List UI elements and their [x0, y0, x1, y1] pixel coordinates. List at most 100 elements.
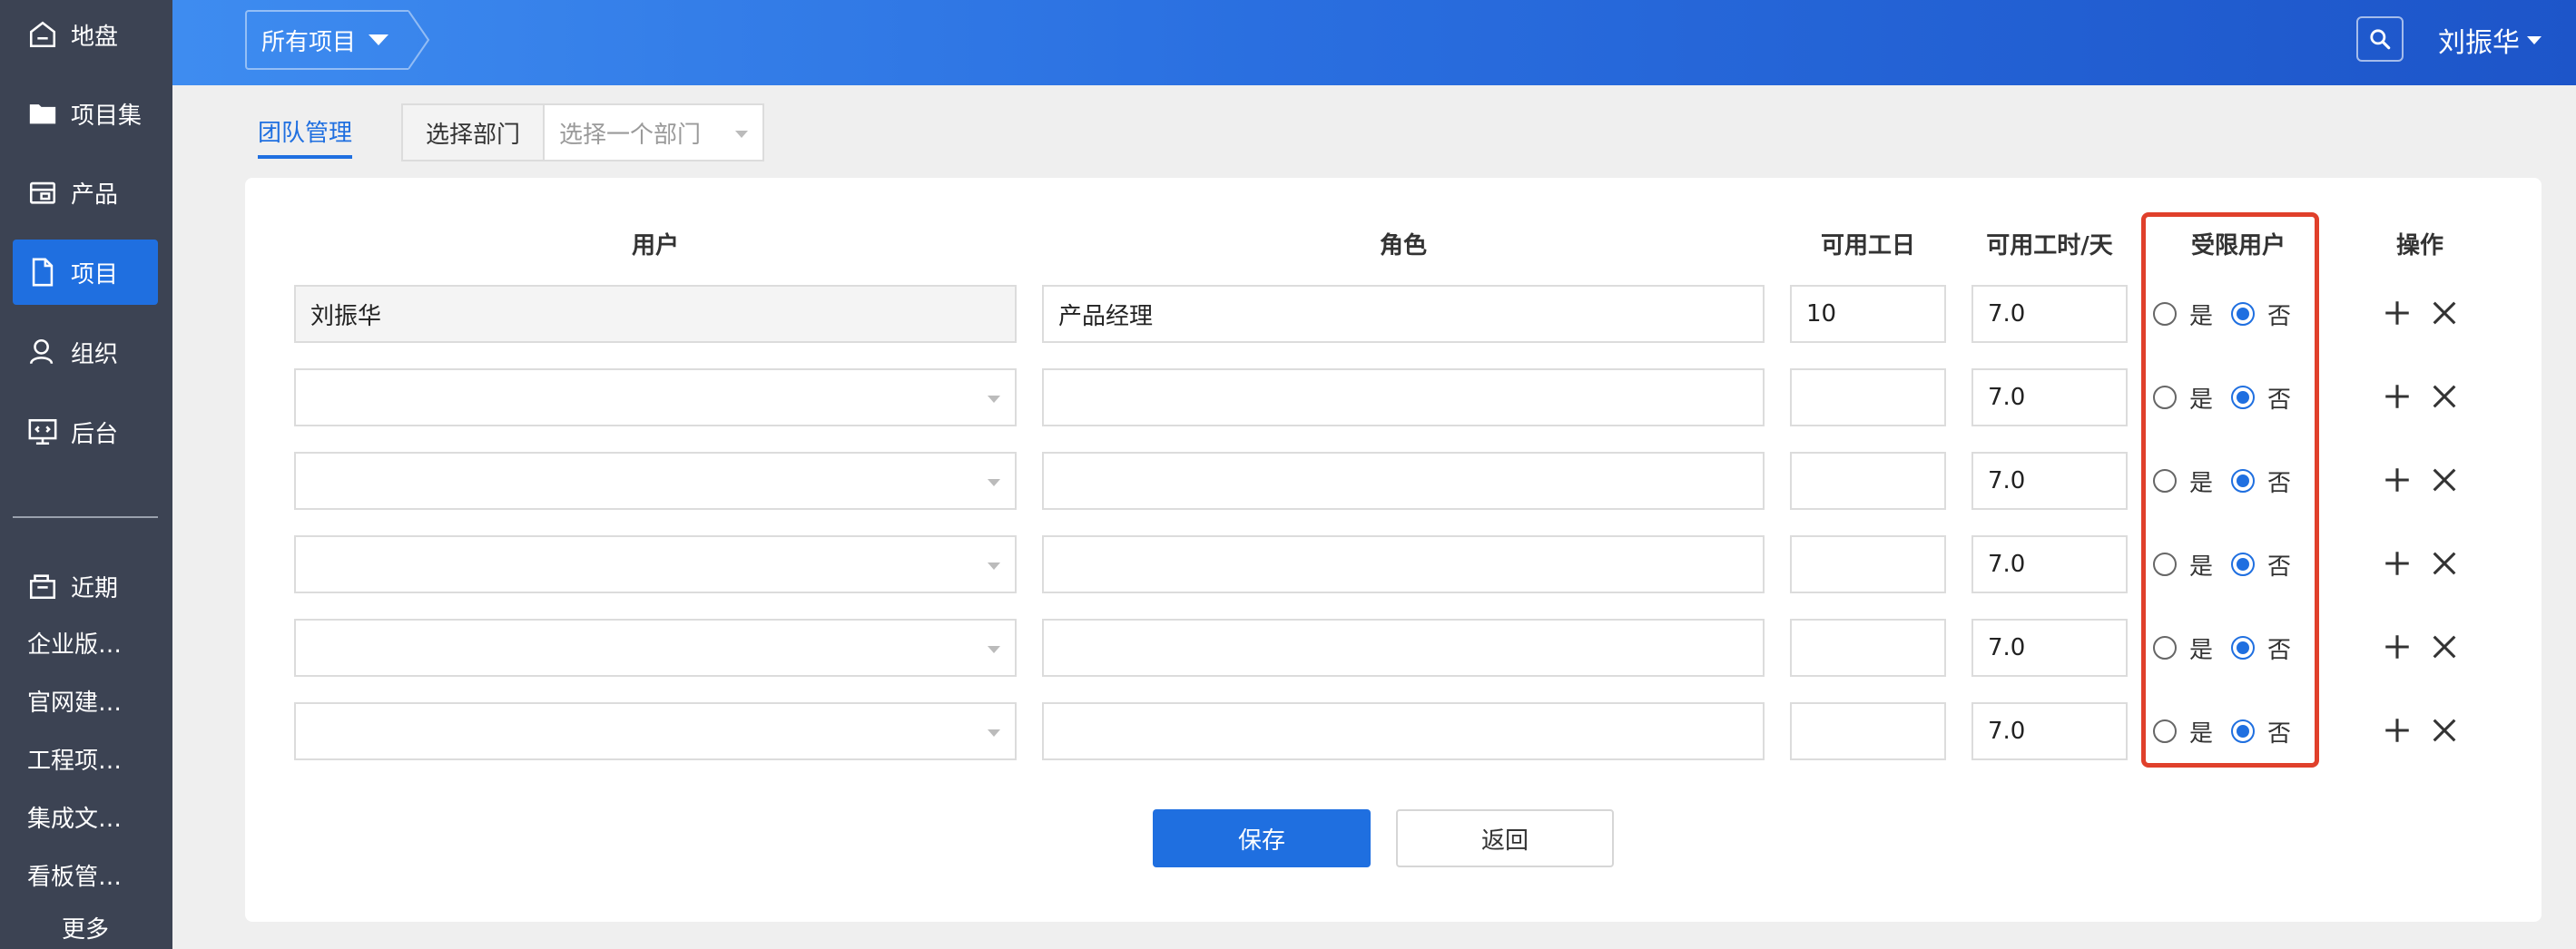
chevron-down-icon [369, 34, 389, 45]
top-header: 所有项目 刘振华 [172, 0, 2576, 85]
hours-value: 7.0 [1988, 384, 2026, 411]
plus-icon [2385, 635, 2409, 659]
sidebar-item-product[interactable]: 产品 [13, 160, 158, 225]
radio-limited-no[interactable] [2231, 469, 2255, 493]
radio-limited-no[interactable] [2231, 719, 2255, 743]
radio-limited-no[interactable] [2231, 553, 2255, 576]
delete-row-button[interactable] [2429, 381, 2460, 412]
user-select[interactable] [294, 619, 1017, 677]
radio-label-yes: 是 [2189, 637, 2214, 664]
header-limited-user: 受限用户 [2190, 232, 2286, 259]
breadcrumb-label: 所有项目 [261, 28, 357, 56]
user-select[interactable] [294, 535, 1017, 593]
plus-icon [2385, 468, 2409, 492]
radio-limited-yes[interactable] [2153, 386, 2177, 409]
plus-icon [2385, 719, 2409, 742]
user-select[interactable] [294, 702, 1017, 760]
role-input[interactable]: 产品经理 [1042, 285, 1765, 343]
more-link[interactable]: 更多 [62, 911, 109, 944]
days-input[interactable] [1790, 619, 1946, 677]
close-icon [2433, 552, 2456, 575]
add-row-button[interactable] [2382, 631, 2413, 662]
add-row-button[interactable] [2382, 465, 2413, 495]
delete-row-button[interactable] [2429, 715, 2460, 746]
radio-limited-yes[interactable] [2153, 719, 2177, 743]
hours-input[interactable]: 7.0 [1971, 368, 2128, 426]
add-row-button[interactable] [2382, 381, 2413, 412]
user-select[interactable] [294, 368, 1017, 426]
hours-input[interactable]: 7.0 [1971, 619, 2128, 677]
back-button[interactable]: 返回 [1396, 809, 1614, 867]
role-input[interactable] [1042, 452, 1765, 510]
recent-item[interactable]: 看板管… [27, 858, 122, 892]
hours-input[interactable]: 7.0 [1971, 702, 2128, 760]
radio-limited-no[interactable] [2231, 636, 2255, 660]
days-value: 10 [1806, 300, 1837, 328]
radio-label-no: 否 [2267, 470, 2292, 497]
department-placeholder: 选择一个部门 [559, 121, 702, 149]
save-button[interactable]: 保存 [1153, 809, 1371, 867]
radio-limited-yes[interactable] [2153, 469, 2177, 493]
sidebar-item-dashboard[interactable]: 地盘 [13, 2, 158, 67]
close-icon [2433, 301, 2456, 325]
days-input[interactable] [1790, 452, 1946, 510]
sidebar-item-program[interactable]: 项目集 [13, 81, 158, 146]
radio-label-no: 否 [2267, 303, 2292, 330]
radio-limited-no[interactable] [2231, 386, 2255, 409]
document-icon [27, 257, 58, 288]
radio-limited-yes[interactable] [2153, 553, 2177, 576]
days-input[interactable]: 10 [1790, 285, 1946, 343]
sidebar-item-label: 产品 [71, 181, 119, 209]
table-row: 7.0 是 否 [0, 619, 2576, 677]
table-row: 刘振华 产品经理 10 7.0 是 否 [0, 285, 2576, 343]
role-input[interactable] [1042, 535, 1765, 593]
role-value: 产品经理 [1058, 302, 1154, 330]
search-button[interactable] [2356, 16, 2404, 62]
delete-row-button[interactable] [2429, 465, 2460, 495]
radio-label-yes: 是 [2189, 553, 2214, 581]
days-input[interactable] [1790, 535, 1946, 593]
close-icon [2433, 385, 2456, 408]
department-select[interactable]: 选择一个部门 [543, 103, 764, 161]
product-icon [27, 177, 58, 208]
department-selector: 选择部门 选择一个部门 [401, 103, 764, 161]
sidebar-divider [13, 516, 158, 518]
user-menu[interactable]: 刘振华 [2438, 20, 2542, 60]
add-row-button[interactable] [2382, 298, 2413, 328]
breadcrumb-arrow-icon [408, 10, 430, 70]
add-row-button[interactable] [2382, 548, 2413, 579]
radio-limited-yes[interactable] [2153, 302, 2177, 326]
chevron-down-icon [2527, 35, 2542, 44]
recent-item[interactable]: 集成文… [27, 800, 122, 834]
user-value: 刘振华 [310, 302, 382, 330]
hours-input[interactable]: 7.0 [1971, 452, 2128, 510]
radio-label-yes: 是 [2189, 386, 2214, 414]
tab-team-management[interactable]: 团队管理 [258, 114, 353, 159]
hours-value: 7.0 [1988, 718, 2026, 745]
user-select[interactable] [294, 452, 1017, 510]
add-row-button[interactable] [2382, 715, 2413, 746]
role-input[interactable] [1042, 702, 1765, 760]
radio-label-no: 否 [2267, 720, 2292, 748]
delete-row-button[interactable] [2429, 631, 2460, 662]
project-switcher[interactable]: 所有项目 [245, 10, 408, 70]
role-input[interactable] [1042, 368, 1765, 426]
close-icon [2433, 468, 2456, 492]
radio-limited-yes[interactable] [2153, 636, 2177, 660]
days-input[interactable] [1790, 702, 1946, 760]
delete-row-button[interactable] [2429, 298, 2460, 328]
search-icon [2370, 29, 2391, 50]
delete-row-button[interactable] [2429, 548, 2460, 579]
days-input[interactable] [1790, 368, 1946, 426]
hours-input[interactable]: 7.0 [1971, 535, 2128, 593]
sidebar-item-label: 项目 [71, 260, 119, 289]
hours-input[interactable]: 7.0 [1971, 285, 2128, 343]
radio-limited-no[interactable] [2231, 302, 2255, 326]
folder-icon [27, 98, 58, 129]
chevron-down-icon [988, 563, 1000, 570]
table-row: 7.0 是 否 [0, 535, 2576, 593]
department-label: 选择部门 [401, 103, 543, 161]
radio-label-yes: 是 [2189, 470, 2214, 497]
role-input[interactable] [1042, 619, 1765, 677]
radio-label-yes: 是 [2189, 720, 2214, 748]
